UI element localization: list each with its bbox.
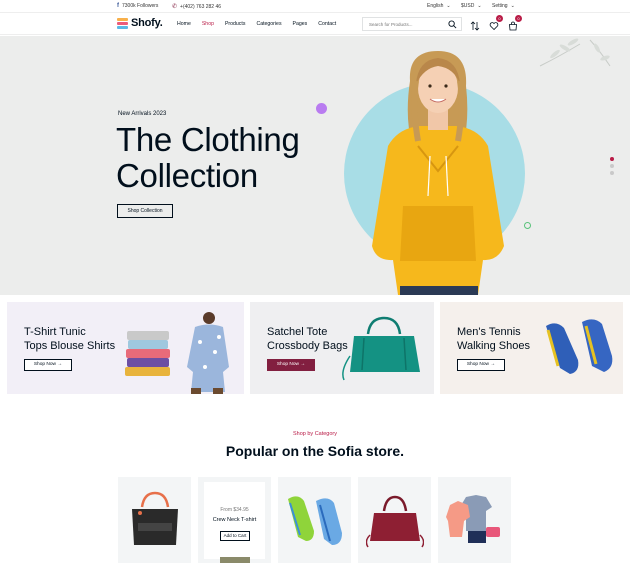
nav-pages[interactable]: Pages bbox=[293, 21, 308, 27]
nav-products[interactable]: Products bbox=[225, 21, 245, 27]
banner-shoes[interactable]: Men's Tennis Walking Shoes Shop Now → bbox=[440, 302, 623, 394]
hero-subtitle: New Arrivals 2023 bbox=[118, 111, 167, 117]
nav-contact[interactable]: Contact bbox=[318, 21, 336, 27]
category-card-bags[interactable] bbox=[118, 477, 191, 563]
header-actions: 0 0 bbox=[470, 15, 522, 31]
facebook-icon: f bbox=[117, 3, 119, 9]
setting-dropdown[interactable]: Setting ⌄ bbox=[492, 3, 515, 9]
product-price: From $34.95 bbox=[220, 507, 249, 513]
banner-tshirts-image bbox=[125, 312, 229, 394]
nav-shop[interactable]: Shop bbox=[202, 21, 214, 27]
site-logo[interactable]: Shofy. bbox=[117, 17, 163, 29]
logo-icon bbox=[117, 17, 128, 29]
compare-icon bbox=[470, 21, 480, 31]
followers-link[interactable]: f 7300k Followers bbox=[117, 3, 158, 9]
search-icon[interactable] bbox=[448, 20, 457, 29]
category-card-kids[interactable] bbox=[438, 477, 511, 563]
currency-dropdown[interactable]: $USD ⌄ bbox=[461, 3, 482, 9]
phone-text: +(402) 763 282 46 bbox=[180, 3, 222, 10]
slider-dot-3[interactable] bbox=[610, 171, 614, 175]
phone-icon: ✆ bbox=[172, 4, 178, 10]
main-header: Shofy. Home Shop Products Categories Pag… bbox=[0, 13, 630, 35]
hero-title-line2: Collection bbox=[116, 157, 258, 194]
add-to-cart-button[interactable]: Add to Cart bbox=[220, 531, 250, 541]
language-label: English bbox=[427, 3, 444, 9]
banner-tshirts-title: T-Shirt Tunic Tops Blouse Shirts bbox=[24, 325, 115, 353]
banner-shoes-line2: Walking Shoes bbox=[457, 340, 530, 352]
slider-pagination bbox=[610, 157, 614, 175]
hero-title-line1: The Clothing bbox=[116, 121, 300, 158]
banner-bags-image bbox=[342, 316, 420, 381]
cart-count-badge: 0 bbox=[515, 15, 522, 22]
handbag-image bbox=[366, 495, 424, 548]
banner-shoes-shop-button[interactable]: Shop Now → bbox=[457, 359, 505, 371]
chevron-down-icon: ⌄ bbox=[446, 3, 451, 9]
product-name: Crew Neck T-shirt bbox=[212, 517, 257, 523]
category-title: Popular on the Sofia store. bbox=[225, 443, 405, 459]
product-quickview-card: From $34.95 Crew Neck T-shirt Add to Car… bbox=[204, 482, 265, 559]
leaf-decoration-icon bbox=[539, 38, 611, 67]
banner-shoes-image bbox=[546, 319, 613, 374]
banner-bags-title: Satchel Tote Crossbody Bags bbox=[267, 325, 348, 353]
phone-link[interactable]: ✆ +(402) 763 282 46 bbox=[172, 3, 222, 11]
hero-model-image bbox=[372, 51, 504, 295]
top-bar: f 7300k Followers ✆ +(402) 763 282 46 En… bbox=[0, 0, 630, 13]
followers-text: 7300k Followers bbox=[122, 3, 159, 9]
banner-tshirts-line1: T-Shirt Tunic bbox=[24, 326, 86, 338]
duffel-bag-image bbox=[132, 491, 178, 545]
language-dropdown[interactable]: English ⌄ bbox=[427, 3, 451, 9]
shirt-image-peek bbox=[220, 557, 250, 563]
chevron-down-icon: ⌄ bbox=[510, 3, 515, 9]
nav-categories[interactable]: Categories bbox=[256, 21, 281, 27]
shop-collection-button[interactable]: Shop Collection bbox=[117, 204, 173, 218]
slider-dot-2[interactable] bbox=[610, 164, 614, 168]
banner-bags-line2: Crossbody Bags bbox=[267, 340, 348, 352]
decor-dot-purple bbox=[316, 103, 327, 114]
main-nav: Home Shop Products Categories Pages Cont… bbox=[177, 21, 336, 27]
decor-dot-green bbox=[524, 222, 531, 229]
banner-tshirts-line2: Tops Blouse Shirts bbox=[24, 340, 116, 352]
search-input[interactable] bbox=[369, 21, 447, 28]
kids-clothes-image bbox=[446, 495, 500, 543]
wishlist-button[interactable]: 0 bbox=[489, 15, 503, 31]
category-card-handbags[interactable] bbox=[358, 477, 431, 563]
hero-slider: New Arrivals 2023 The Clothing Collectio… bbox=[0, 36, 630, 295]
sneakers-image bbox=[288, 496, 342, 545]
logo-text: Shofy. bbox=[131, 17, 163, 29]
banner-tshirts-shop-button[interactable]: Shop Now → bbox=[24, 359, 72, 371]
category-card-sneakers[interactable] bbox=[278, 477, 351, 563]
banner-bags-line1: Satchel Tote bbox=[267, 326, 328, 338]
banner-shoes-title: Men's Tennis Walking Shoes bbox=[457, 325, 530, 353]
wishlist-count-badge: 0 bbox=[496, 15, 503, 22]
heart-icon bbox=[489, 22, 499, 31]
compare-button[interactable] bbox=[470, 18, 480, 31]
nav-home[interactable]: Home bbox=[177, 21, 191, 27]
chevron-down-icon: ⌄ bbox=[477, 3, 482, 9]
cart-button[interactable]: 0 bbox=[508, 15, 522, 31]
banner-shoes-line1: Men's Tennis bbox=[457, 326, 521, 338]
hero-title: The Clothing Collection bbox=[116, 122, 300, 194]
banner-tshirts[interactable]: T-Shirt Tunic Tops Blouse Shirts Shop No… bbox=[7, 302, 244, 394]
currency-label: $USD bbox=[461, 3, 475, 9]
banner-bags[interactable]: Satchel Tote Crossbody Bags Shop Now → bbox=[250, 302, 434, 394]
category-subtitle: Shop by Category bbox=[292, 431, 338, 437]
search-box bbox=[362, 17, 462, 31]
setting-label: Setting bbox=[492, 3, 508, 9]
slider-dot-1[interactable] bbox=[610, 157, 614, 161]
category-card-shirts[interactable]: From $34.95 Crew Neck T-shirt Add to Car… bbox=[198, 477, 271, 563]
banner-bags-shop-button[interactable]: Shop Now → bbox=[267, 359, 315, 371]
cart-icon bbox=[509, 21, 517, 31]
